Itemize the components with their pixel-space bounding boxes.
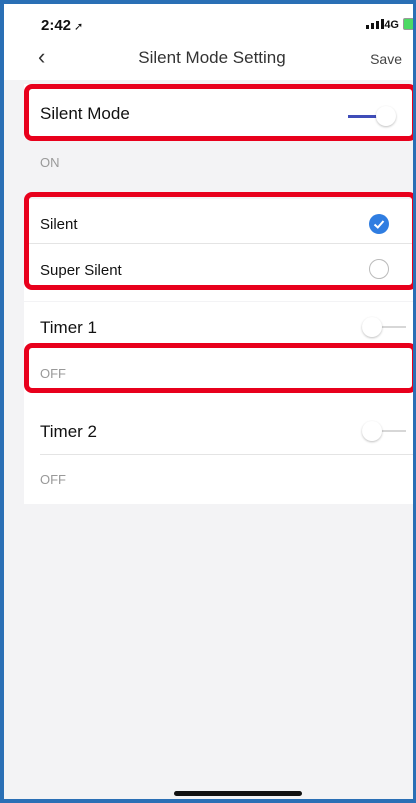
- timer2-toggle[interactable]: [362, 421, 406, 441]
- nav-bar: ‹ Silent Mode Setting Save: [4, 40, 413, 80]
- save-button[interactable]: Save: [370, 51, 402, 67]
- timer2-label: Timer 2: [40, 422, 97, 441]
- page-title: Silent Mode Setting: [138, 48, 286, 67]
- highlight-box: [24, 192, 413, 290]
- signal-icon: [366, 19, 384, 29]
- toggle-knob: [362, 317, 382, 337]
- timer1-label: Timer 1: [40, 318, 97, 337]
- silent-mode-status: ON: [40, 155, 60, 170]
- timer1-toggle[interactable]: [362, 317, 406, 337]
- network-type: 4G: [384, 19, 399, 31]
- home-indicator[interactable]: [174, 791, 302, 796]
- timer2-status: OFF: [40, 472, 66, 487]
- status-bar: 2:42 ➚ 4G: [4, 4, 413, 40]
- battery-icon: [403, 18, 413, 30]
- divider: [40, 454, 413, 455]
- highlight-box: [24, 343, 413, 393]
- status-time: 2:42 ➚: [41, 17, 84, 34]
- location-icon: ➚: [74, 21, 84, 33]
- toggle-knob: [362, 421, 382, 441]
- timer2-row[interactable]: Timer 2 OFF: [24, 396, 413, 504]
- phone-screen: 2:42 ➚ 4G ‹ Silent Mode Setting Save Sile…: [0, 0, 416, 803]
- highlight-box: [24, 84, 413, 141]
